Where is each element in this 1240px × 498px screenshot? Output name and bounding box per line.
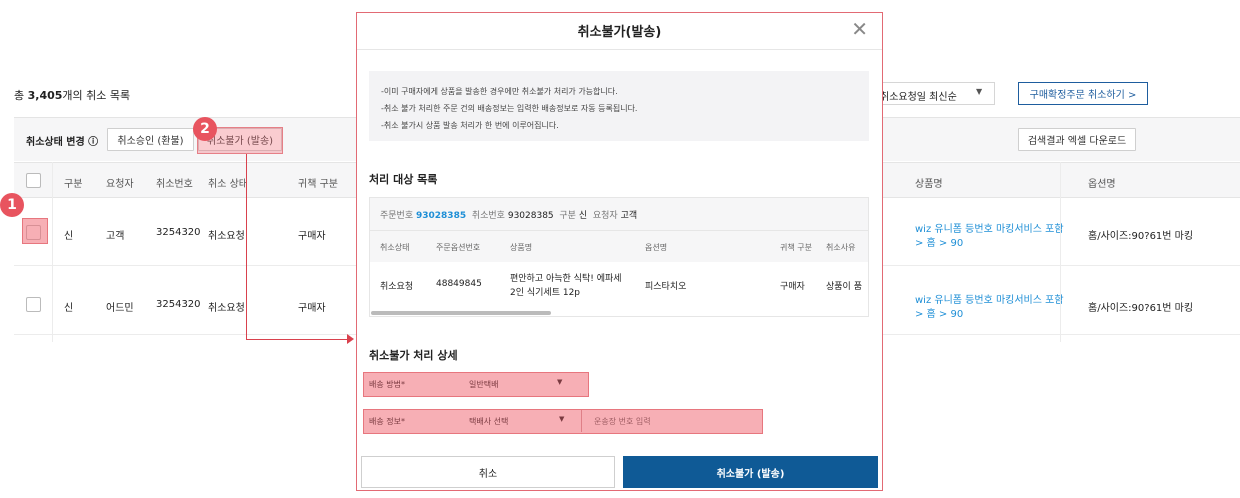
inner-product-link[interactable]: 편안하고 아늑한 식탁! 에파세 [510, 271, 622, 284]
arrow-head-icon [347, 334, 354, 344]
modal-submit-button[interactable]: 취소불가 (발송) [623, 456, 878, 488]
courier-select[interactable]: 택배사 선택 ▼ [469, 410, 575, 432]
step-badge: 2 [193, 117, 217, 141]
highlight-row-checkbox [22, 218, 48, 244]
tracking-number-input[interactable]: 운송장 번호 입력 [581, 410, 743, 432]
inner-table-header: 취소상태 주문옵션번호 상품명 옵션명 귀책 구분 취소사유 [370, 230, 868, 262]
connector-line [246, 339, 348, 340]
row-checkbox[interactable] [26, 297, 41, 312]
approve-refund-button[interactable]: 취소승인 (환불) [107, 128, 194, 151]
chevron-down-icon: ▼ [557, 378, 563, 386]
notice-box: -이미 구매자에게 상품을 발송한 경우에만 취소불가 처리가 가능합니다. -… [369, 71, 869, 141]
inner-table-row: 취소요청 48849845 편안하고 아늑한 식탁! 에파세 2인 식기세트 1… [370, 262, 868, 312]
reject-modal: 취소불가(발송) ✕ -이미 구매자에게 상품을 발송한 경우에만 취소불가 처… [356, 12, 883, 491]
target-table: 주문번호 93028385 취소번호 93028385 구분 신 요청자 고객 … [369, 197, 869, 317]
column-divider [52, 162, 53, 342]
connector-line [246, 154, 247, 340]
modal-cancel-button[interactable]: 취소 [361, 456, 615, 488]
shipping-method-label: 배송 방법* [369, 380, 405, 389]
close-icon[interactable]: ✕ [851, 17, 868, 41]
status-change-label: 취소상태 변경 ⓘ [26, 137, 99, 148]
horizontal-scrollbar[interactable] [371, 311, 551, 315]
product-link[interactable]: wiz 유니폼 등번호 마킹서비스 포함 [915, 291, 1064, 306]
step-badge: 1 [0, 193, 24, 217]
sort-select[interactable]: 취소요청일 최신순 ▼ [875, 82, 995, 105]
chevron-down-icon: ▼ [559, 415, 565, 423]
order-meta: 주문번호 93028385 취소번호 93028385 구분 신 요청자 고객 [370, 198, 868, 230]
confirm-order-cancel-button[interactable]: 구매확정주문 취소하기 > [1018, 82, 1148, 105]
select-all-checkbox[interactable] [26, 173, 41, 188]
chevron-down-icon: ▼ [976, 87, 983, 96]
modal-title: 취소불가(발송) [577, 25, 662, 40]
detail-section-title: 취소불가 처리 상세 [369, 349, 458, 362]
shipping-method-select[interactable]: 일반택배 ▼ [469, 373, 573, 395]
cancel-count-text: 총 3,405개의 취소 목록 [14, 89, 131, 102]
product-link[interactable]: wiz 유니폼 등번호 마킹서비스 포함 [915, 220, 1064, 235]
excel-download-button[interactable]: 검색결과 엑셀 다운로드 [1018, 128, 1136, 151]
column-divider [1060, 162, 1061, 342]
target-section-title: 처리 대상 목록 [369, 173, 438, 186]
divider [357, 49, 882, 50]
shipping-info-label: 배송 정보* [369, 417, 405, 426]
